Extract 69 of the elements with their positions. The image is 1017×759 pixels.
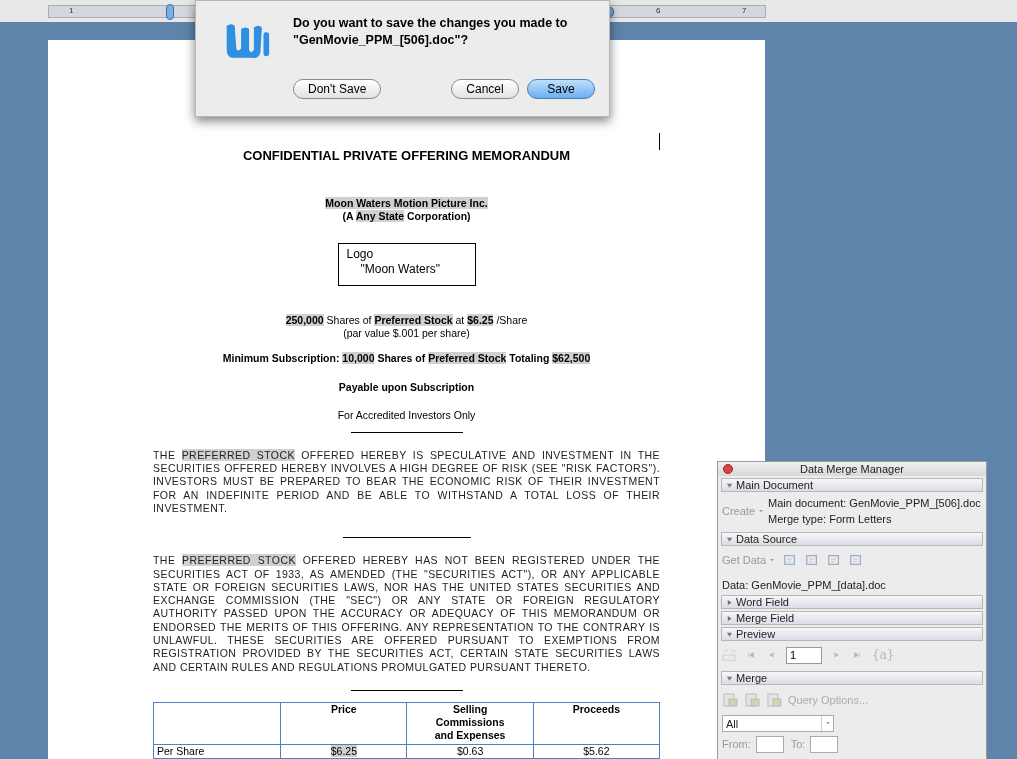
document-title: CONFIDENTIAL PRIVATE OFFERING MEMORANDUM xyxy=(242,147,571,165)
section-header[interactable]: Preview xyxy=(721,627,983,641)
merge-to-email-icon[interactable] xyxy=(766,692,782,709)
from-field[interactable] xyxy=(755,735,784,753)
column-header: Price xyxy=(280,702,407,745)
disclosure-triangle-icon[interactable] xyxy=(726,598,733,606)
disclaimer-paragraph: THE PREFERRED STOCK OFFERED HEREBY IS SPECULATIVE AND INVESTMENT IN THE SECURITIES OFFERED HEREBY INVOLVES A HIGH DEGREE OF RISK (SEE "RISK FACTORS"). INVESTORS MUST BE PREPARED TO BEAR THE ECONOMIC RISK OF THEIR INVESTMENT FOR AN INDEFINITE PERIOD AND BE ABLE TO WITHSTAND A TOTAL LOSS OF THEIR INVESTMENT. xyxy=(153,448,660,516)
disclosure-triangle-icon[interactable] xyxy=(726,481,733,489)
from-label: From: xyxy=(722,736,751,752)
accredited-note: For Accredited Investors Only xyxy=(337,408,476,423)
company-name-line: (A Any State Corporation) xyxy=(341,209,472,223)
offering-line: (par value $.001 per share) xyxy=(342,326,471,340)
dialog-message: "GenMovie_PPM_[506].doc"? xyxy=(293,32,470,49)
edit-document-icon[interactable] xyxy=(827,553,842,568)
offering-line: 250,000 Shares of Preferred Stock at $6.25 /Share xyxy=(285,313,528,327)
payable-note: Payable upon Subscription xyxy=(338,380,475,396)
disclaimer-paragraph: THE PREFERRED STOCK OFFERED HEREBY HAS NOT BEEN REGISTERED UNDER THE SECURITIES ACT OF 1933, AS AMENDED (THE "SECURITIES ACT"), OR ANY APPLICABLE STATE OR FOREIGN SECURITIES LAWS, NOR HAS THE UNITED STATES SECURITIES AND EXCHANGE COMMISSION (THE "SEC") OR ANY STATE OR FOREIGN REGULATORY AUTHORITY PASSED UPON THE ACCURACY OR ADEQUACY OF THIS MEMORANDUM OR ENDORSED THE MERITS OF THIS OFFERING. ANY REPRESENTATION TO THE CONTRARY IS UNLAWFUL. THESE SECURITIES ARE OFFERED PURSUANT TO EXEMPTIONS FROM REGISTRATION PROVIDED BY THE SECURITIES ACT, CERTAIN STATE SECURITIES LAWS AND CERTAIN RULES AND REGULATIONS PROMULGATED PURSUANT THERETO. xyxy=(153,554,660,674)
dialog-button[interactable]: Save xyxy=(527,79,595,99)
range-dropdown[interactable]: All xyxy=(722,714,834,732)
edit-data-icon[interactable] xyxy=(805,553,820,568)
to-label: To: xyxy=(790,736,806,752)
disclosure-triangle-icon[interactable] xyxy=(726,535,733,543)
first-record-icon[interactable] xyxy=(746,650,756,660)
table-cell: $0.63 xyxy=(456,744,484,757)
section-header[interactable]: Data Source xyxy=(721,532,983,546)
data-source-name: Data: GenMovie_PPM_[data].doc xyxy=(722,577,887,593)
section-header[interactable]: Merge Field xyxy=(721,611,983,625)
table-cell: $5.62 xyxy=(583,744,610,757)
column-header: Proceeds xyxy=(533,702,660,745)
logo-text: "Moon Waters" xyxy=(359,261,441,277)
to-field[interactable] xyxy=(810,735,839,753)
disclosure-triangle-icon[interactable] xyxy=(726,614,733,622)
ruler-number: 7 xyxy=(742,4,747,17)
disclosure-triangle-icon[interactable] xyxy=(726,674,733,682)
panel-title: Data Merge Manager xyxy=(800,461,904,477)
minimum-subscription: Minimum Subscription: 10,000 Shares of Preferred Stock Totaling $62,500 xyxy=(222,350,591,366)
merge-to-document-icon[interactable] xyxy=(722,692,738,709)
merge-info: Merge type: Form Letters xyxy=(768,512,893,527)
section-title: Data Source xyxy=(736,531,798,547)
row-label: Per Share xyxy=(153,744,281,759)
caret-icon[interactable] xyxy=(769,557,776,564)
merge-info: Main document: GenMovie_PPM_[506].doc xyxy=(768,496,981,511)
section-title: Preview xyxy=(736,626,776,642)
section-title: Merge Field xyxy=(736,610,795,626)
merge-to-printer-icon[interactable] xyxy=(744,692,760,709)
dialog-button[interactable]: Don't Save xyxy=(293,79,382,99)
section-header[interactable]: Main Document xyxy=(721,478,983,492)
dialog-message: Do you want to save the changes you made to xyxy=(293,15,568,32)
find-record-icon[interactable] xyxy=(783,553,798,568)
filter-icon[interactable] xyxy=(849,553,864,568)
view-merged-data-icon[interactable] xyxy=(722,648,736,662)
indent-marker-icon[interactable] xyxy=(166,3,174,20)
caret-icon[interactable] xyxy=(758,508,765,514)
ruler-number: 1 xyxy=(69,4,74,17)
section-header[interactable]: Merge xyxy=(721,671,983,685)
caret-icon[interactable] xyxy=(824,720,831,726)
section-title: Word Field xyxy=(736,594,789,610)
dialog-button[interactable]: Cancel xyxy=(451,79,519,99)
record-number-field[interactable]: 1 xyxy=(786,646,822,664)
last-record-icon[interactable] xyxy=(852,650,862,660)
logo-text: Logo xyxy=(346,246,375,262)
ruler-number: 6 xyxy=(656,4,661,17)
section-title: Merge xyxy=(736,670,768,686)
disclosure-triangle-icon[interactable] xyxy=(726,630,733,638)
close-icon[interactable] xyxy=(723,464,733,474)
section-title: Main Document xyxy=(736,477,814,493)
column-header: Selling Commissions and Expenses xyxy=(407,702,534,745)
text-cursor xyxy=(659,133,660,150)
section-header[interactable]: Word Field xyxy=(721,595,983,609)
